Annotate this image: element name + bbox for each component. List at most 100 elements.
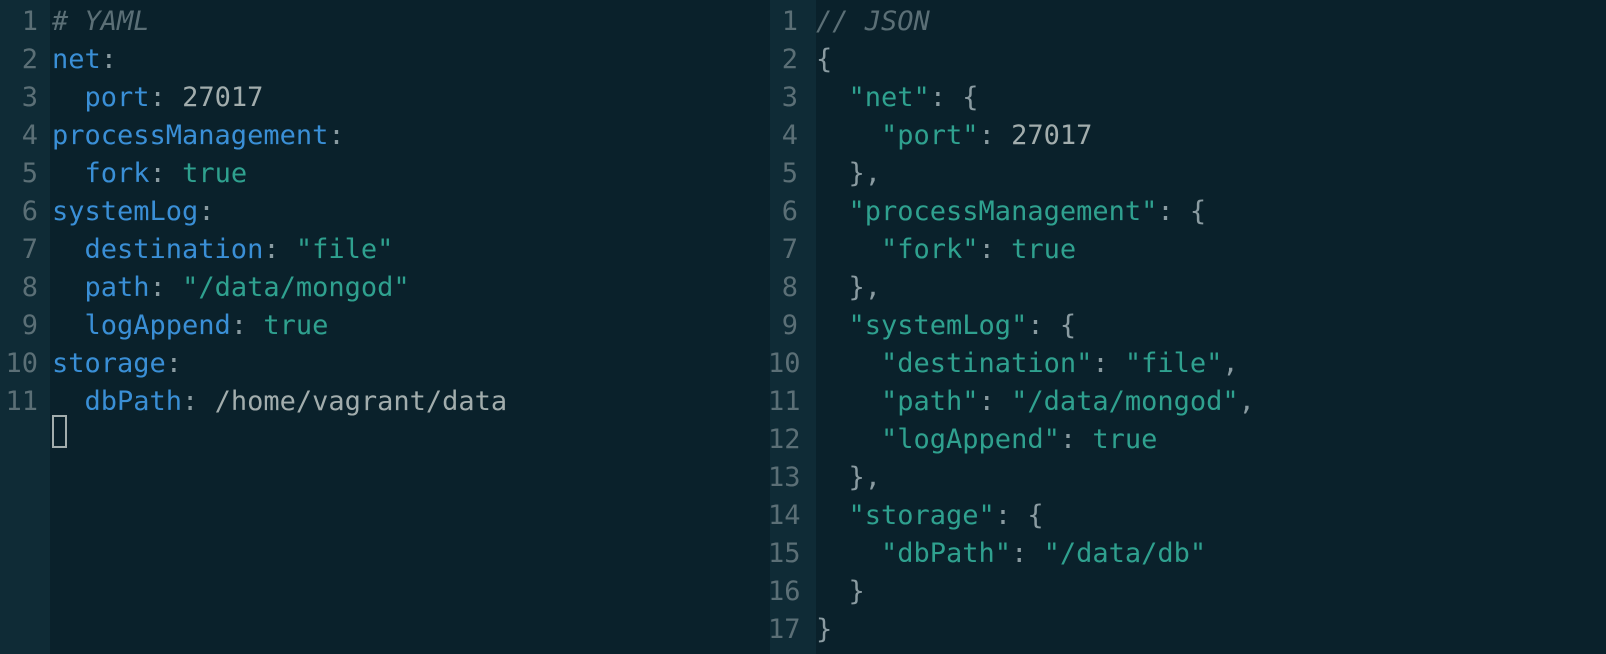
code-line[interactable]: 16 } bbox=[768, 573, 1606, 611]
line-number: 9 bbox=[781, 310, 798, 341]
code-token-punct: : { bbox=[929, 82, 979, 113]
line-number: 1 bbox=[781, 6, 798, 37]
code-token-punct: : bbox=[149, 82, 183, 113]
code-token-str: "fork" bbox=[816, 234, 979, 265]
code-token-comment: # YAML bbox=[52, 6, 150, 37]
code-line[interactable]: 6 "processManagement": { bbox=[768, 193, 1606, 231]
code-line[interactable]: 9 logAppend: true bbox=[0, 307, 768, 345]
line-number: 6 bbox=[781, 196, 798, 227]
code-line[interactable]: 1 # YAML bbox=[0, 3, 768, 41]
line-number: 12 bbox=[768, 424, 801, 455]
code-line[interactable]: 10 storage: bbox=[0, 345, 768, 383]
line-number: 7 bbox=[781, 234, 798, 265]
line-code: { bbox=[816, 41, 832, 79]
yaml-editor-pane[interactable]: 1 # YAML 2 net: 3 port: 27017 4 processManagem… bbox=[0, 0, 768, 654]
line-number: 10 bbox=[5, 348, 38, 379]
code-token-punct: { bbox=[816, 44, 833, 75]
code-line[interactable]: 2{ bbox=[768, 41, 1606, 79]
code-line[interactable]: 7 destination: "file" bbox=[0, 231, 768, 269]
code-line[interactable]: 8 }, bbox=[768, 269, 1606, 307]
code-line[interactable]: 7 "fork": true bbox=[768, 231, 1606, 269]
code-token-str: "file" bbox=[1124, 348, 1223, 379]
line-number: 17 bbox=[768, 614, 801, 645]
line-code: destination: "file" bbox=[52, 231, 394, 269]
code-line[interactable]: 4 processManagement: bbox=[0, 117, 768, 155]
line-number: 3 bbox=[21, 82, 38, 113]
code-token-str: true bbox=[182, 158, 248, 189]
code-line[interactable]: 13 }, bbox=[768, 459, 1606, 497]
code-token-punct: : bbox=[149, 272, 183, 303]
code-token-str: "systemLog" bbox=[816, 310, 1028, 341]
code-line[interactable]: 17} bbox=[768, 611, 1606, 649]
code-token-punct: : bbox=[263, 234, 296, 265]
code-line[interactable]: 3 port: 27017 bbox=[0, 79, 768, 117]
line-code: "destination": "file", bbox=[816, 345, 1239, 383]
line-code: fork: true bbox=[52, 155, 248, 193]
code-line[interactable]: 5 fork: true bbox=[0, 155, 768, 193]
code-token-str: "path" bbox=[816, 386, 979, 417]
code-token-punct: : bbox=[1092, 348, 1125, 379]
line-code: processManagement: bbox=[52, 117, 345, 155]
line-number: 9 bbox=[21, 310, 38, 341]
code-token-key: fork bbox=[52, 158, 150, 189]
code-token-punct: }, bbox=[816, 462, 882, 493]
code-token-key: path bbox=[52, 272, 150, 303]
code-token-punct: : bbox=[149, 158, 183, 189]
code-line[interactable]: 11 "path": "/data/mongod", bbox=[768, 383, 1606, 421]
code-token-str: "file" bbox=[295, 234, 394, 265]
line-code: "storage": { bbox=[816, 497, 1044, 535]
code-lines: 1 // JSON 2{3 "net": {4 "port": 27017 5 }, 6… bbox=[768, 3, 1606, 649]
line-code: "logAppend": true bbox=[816, 421, 1157, 459]
code-token-str: "/data/mongod" bbox=[1011, 386, 1239, 417]
line-code: logAppend: true bbox=[52, 307, 329, 345]
line-number: 5 bbox=[21, 158, 38, 189]
line-code: } bbox=[816, 611, 832, 649]
code-token-comment: // JSON bbox=[816, 6, 930, 37]
code-token-str: "storage" bbox=[816, 500, 995, 531]
code-token-str: "/data/mongod" bbox=[182, 272, 410, 303]
line-code: port: 27017 bbox=[52, 79, 264, 117]
code-token-punct: : bbox=[978, 120, 1012, 151]
code-token-punct: : bbox=[328, 120, 345, 151]
line-number: 4 bbox=[21, 120, 38, 151]
code-line[interactable]: 10 "destination": "file", bbox=[768, 345, 1606, 383]
code-token-punct: : bbox=[198, 196, 215, 227]
code-token-key: dbPath bbox=[52, 386, 183, 417]
line-number: 4 bbox=[781, 120, 798, 151]
code-token-punct: : bbox=[1059, 424, 1093, 455]
code-line[interactable]: 4 "port": 27017 bbox=[768, 117, 1606, 155]
code-token-str: "/data/db" bbox=[1043, 538, 1207, 569]
code-line[interactable]: 15 "dbPath": "/data/db" bbox=[768, 535, 1606, 573]
code-token-str: "net" bbox=[816, 82, 930, 113]
code-token-key: port bbox=[52, 82, 150, 113]
json-editor-pane[interactable]: 1 // JSON 2{3 "net": {4 "port": 27017 5 }, 6… bbox=[768, 0, 1606, 654]
code-token-punct: : { bbox=[994, 500, 1044, 531]
code-token-punct: , bbox=[1222, 348, 1239, 379]
code-lines: 1 # YAML 2 net: 3 port: 27017 4 processManagem… bbox=[0, 3, 768, 421]
code-line[interactable]: 6 systemLog: bbox=[0, 193, 768, 231]
code-line[interactable]: 12 "logAppend": true bbox=[768, 421, 1606, 459]
code-line[interactable]: 5 }, bbox=[768, 155, 1606, 193]
line-code: path: "/data/mongod" bbox=[52, 269, 410, 307]
line-number: 1 bbox=[21, 6, 38, 37]
line-code: storage: bbox=[52, 345, 182, 383]
line-code: }, bbox=[816, 269, 882, 307]
line-code: "net": { bbox=[816, 79, 979, 117]
code-token-punct: : bbox=[1011, 538, 1044, 569]
code-line[interactable]: 9 "systemLog": { bbox=[768, 307, 1606, 345]
code-line[interactable]: 14 "storage": { bbox=[768, 497, 1606, 535]
line-number: 6 bbox=[21, 196, 38, 227]
code-line[interactable]: 3 "net": { bbox=[768, 79, 1606, 117]
code-token-str: "logAppend" bbox=[816, 424, 1060, 455]
code-token-punct: : bbox=[230, 310, 264, 341]
code-line[interactable]: 11 dbPath: /home/vagrant/data bbox=[0, 383, 768, 421]
code-line[interactable]: 1 // JSON bbox=[768, 3, 1606, 41]
line-number: 11 bbox=[5, 386, 38, 417]
line-code: "dbPath": "/data/db" bbox=[816, 535, 1206, 573]
code-line[interactable]: 8 path: "/data/mongod" bbox=[0, 269, 768, 307]
line-code: systemLog: bbox=[52, 193, 215, 231]
line-number: 2 bbox=[21, 44, 38, 75]
code-line[interactable]: 2 net: bbox=[0, 41, 768, 79]
line-code: # YAML bbox=[52, 3, 150, 41]
code-token-key: net bbox=[52, 44, 101, 75]
